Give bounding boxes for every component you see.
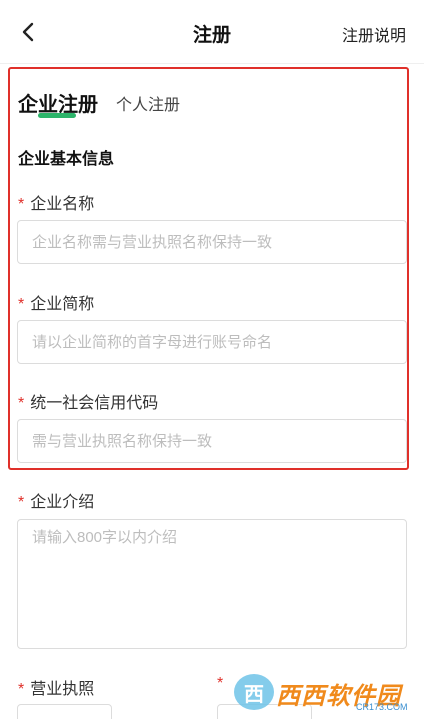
tab-personal-register[interactable]: 个人注册 — [116, 91, 180, 115]
enterprise-intro-label: * 企业介绍 — [18, 488, 94, 512]
tab-active-indicator — [38, 113, 76, 118]
registration-info-link[interactable]: 注册说明 — [342, 22, 406, 46]
credit-code-label-text: 统一社会信用代码 — [30, 395, 159, 412]
business-license-upload[interactable] — [17, 704, 112, 719]
enterprise-short-name-label-text: 企业简称 — [30, 296, 95, 313]
business-license-label-text: 营业执照 — [30, 681, 95, 698]
watermark-logo: 西 西西软件园 CR173.COM — [226, 670, 424, 714]
enterprise-intro-textarea[interactable] — [17, 519, 407, 649]
enterprise-short-name-input[interactable] — [17, 320, 407, 364]
required-mark: * — [18, 494, 25, 511]
business-license-label: * 营业执照 — [18, 675, 94, 699]
required-mark: * — [18, 681, 25, 698]
enterprise-intro-label-text: 企业介绍 — [30, 494, 95, 511]
watermark-sub: CR173.COM — [356, 702, 408, 712]
enterprise-name-label: * 企业名称 — [18, 190, 94, 214]
credit-code-label: * 统一社会信用代码 — [18, 389, 158, 413]
required-mark: * — [18, 296, 25, 313]
nav-bar: 注册 注册说明 — [0, 0, 424, 64]
enterprise-short-name-label: * 企业简称 — [18, 290, 94, 314]
section-title: 企业基本信息 — [18, 151, 115, 168]
watermark-mark-text: 西 — [244, 684, 264, 706]
required-mark: * — [217, 675, 224, 692]
enterprise-name-input[interactable] — [17, 220, 407, 264]
credit-code-input[interactable] — [17, 419, 407, 463]
required-mark: * — [18, 196, 25, 213]
required-mark: * — [18, 395, 25, 412]
enterprise-name-label-text: 企业名称 — [30, 196, 95, 213]
